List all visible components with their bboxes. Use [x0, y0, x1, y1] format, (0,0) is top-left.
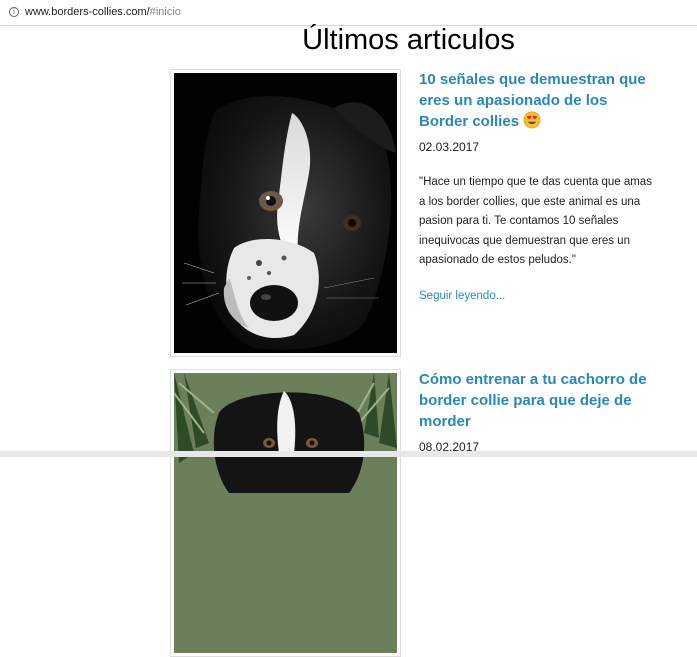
article-body: 10 señales que demuestran que eres un ap…	[419, 69, 654, 304]
article-body: Cómo entrenar a tu cachorro de border co…	[419, 369, 654, 454]
border-collie-puppy-photo	[174, 373, 397, 653]
page-title: Últimos articulos	[302, 24, 515, 56]
url-text[interactable]: www.borders-collies.com/#inicio	[25, 6, 181, 18]
heart-eyes-emoji-icon	[523, 111, 541, 129]
bottom-scrollbar[interactable]	[0, 451, 697, 457]
article-title-link[interactable]: Cómo entrenar a tu cachorro de border co…	[419, 369, 654, 432]
article-thumbnail[interactable]	[170, 369, 401, 657]
border-collie-photo	[174, 73, 397, 353]
article-title-link[interactable]: 10 señales que demuestran que eres un ap…	[419, 69, 654, 132]
url-host: www.borders-collies.com/	[25, 6, 150, 18]
article-date: 02.03.2017	[419, 140, 480, 154]
address-bar[interactable]: i www.borders-collies.com/#inicio	[0, 0, 697, 26]
read-more-link[interactable]: Seguir leyendo...	[419, 290, 505, 302]
article-excerpt: "Hace un tiempo que te das cuenta que am…	[419, 176, 652, 266]
info-icon[interactable]: i	[9, 7, 19, 17]
url-path: #inicio	[149, 6, 181, 18]
article-thumbnail[interactable]	[170, 69, 401, 357]
